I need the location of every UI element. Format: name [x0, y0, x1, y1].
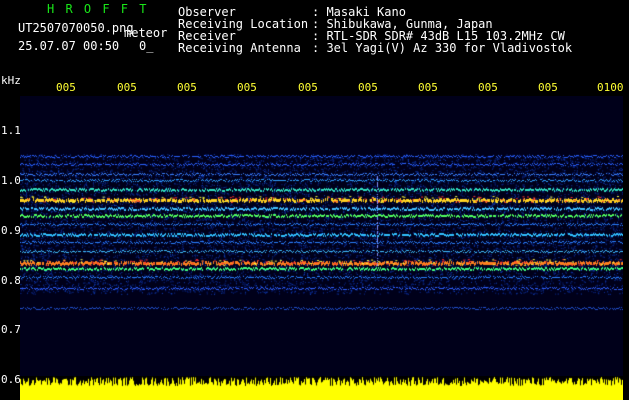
freq-tick: 0.6 — [1, 373, 21, 386]
time-tick: 0100 — [597, 81, 624, 94]
time-tick: 005 — [237, 81, 257, 94]
time-tick: 005 — [298, 81, 318, 94]
time-tick: 005 — [478, 81, 498, 94]
info-value-antenna: : 3el Yagi(V) Az 330 for Vladivostok — [312, 41, 573, 55]
time-tick: 005 — [358, 81, 378, 94]
info-key-antenna: Receiving Antenna — [178, 41, 301, 55]
filename: UT2507070050.png — [18, 21, 134, 35]
app-title: H R O F F T — [47, 2, 149, 16]
time-tick: 005 — [117, 81, 137, 94]
spectrogram-plot — [20, 96, 623, 380]
count: 0_ — [139, 39, 154, 53]
time-tick: 005 — [538, 81, 558, 94]
time-tick: 005 — [56, 81, 76, 94]
datetime: 25.07.07 00:50 — [18, 39, 120, 53]
freq-tick: 0.8 — [1, 274, 21, 287]
filename-suffix: meteor — [124, 26, 168, 40]
spectrogram-canvas — [20, 96, 623, 380]
freq-tick: 1.0 — [1, 174, 21, 187]
amplitude-strip — [20, 376, 623, 400]
freq-tick: 0.7 — [1, 323, 21, 336]
axis-unit-label: kHz — [1, 74, 21, 87]
hrofft-window: H R O F F T UT2507070050.png meteor 25.0… — [0, 0, 629, 400]
time-tick: 005 — [177, 81, 197, 94]
freq-tick: 0.9 — [1, 224, 21, 237]
time-tick: 005 — [418, 81, 438, 94]
freq-tick: 1.1 — [1, 124, 21, 137]
